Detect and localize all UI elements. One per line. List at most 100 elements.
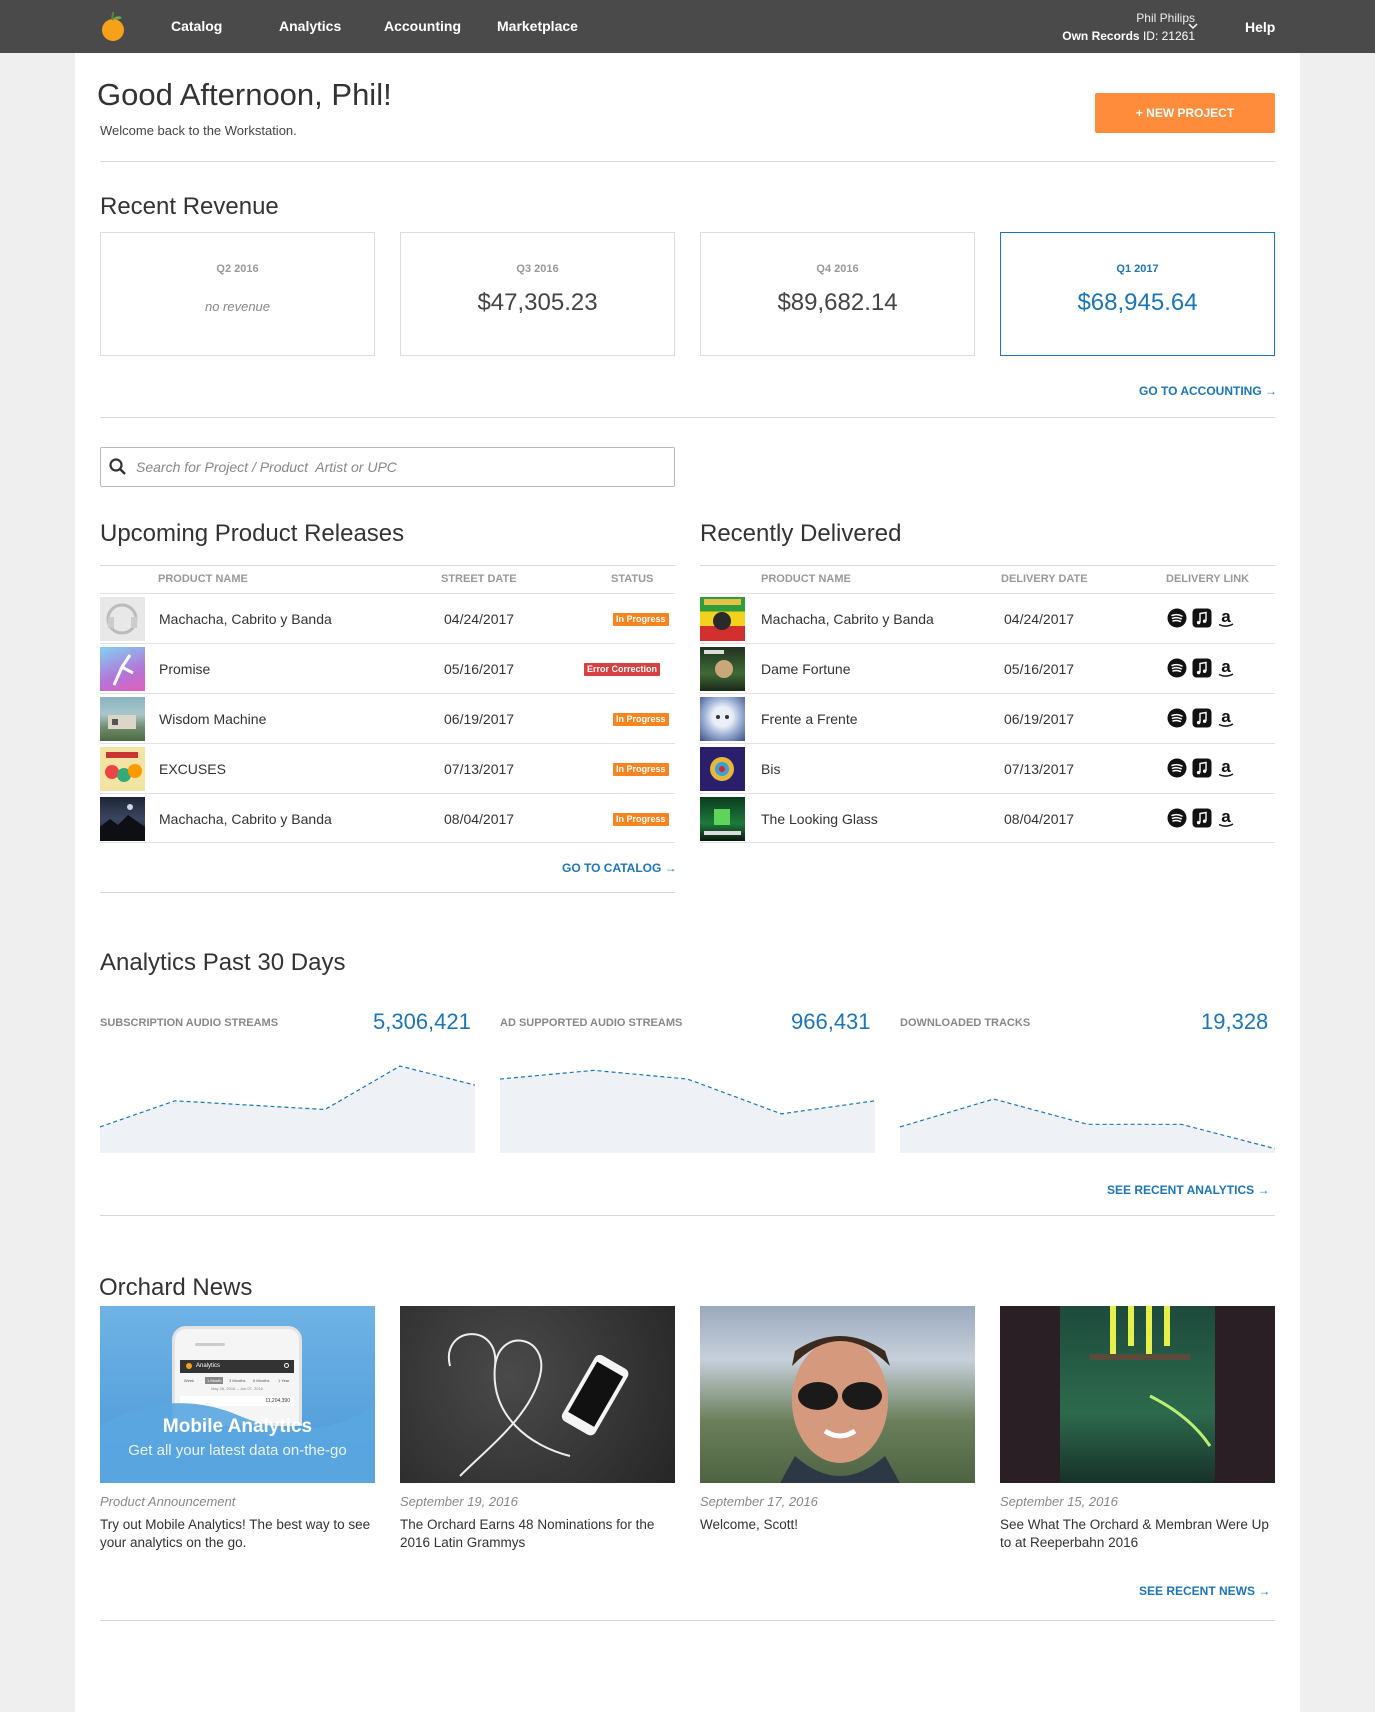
stat-label: DOWNLOADED TRACKS [900, 1017, 1031, 1029]
stat-value: 5,306,421 [373, 1009, 471, 1034]
stat-label: SUBSCRIPTION AUDIO STREAMS [100, 1017, 279, 1029]
news-title[interactable]: Welcome, Scott! [700, 1516, 980, 1534]
orchard-news-title: Orchard News [99, 1274, 253, 1301]
delivery-date: 06/19/2017 [1004, 711, 1075, 727]
spotify-icon[interactable] [1167, 758, 1187, 778]
stat-label: AD SUPPORTED AUDIO STREAMS [500, 1017, 683, 1029]
revenue-quarter: Q1 2017 [1116, 263, 1159, 275]
table-row[interactable]: Bis 07/13/2017 a [700, 743, 1275, 793]
revenue-card[interactable]: Q4 2016 $89,682.14 [700, 232, 975, 356]
search-input[interactable] [100, 447, 675, 487]
orchard-logo-icon[interactable] [100, 12, 126, 42]
news-title[interactable]: Try out Mobile Analytics! The best way t… [100, 1516, 380, 1552]
main-content: Good Afternoon, Phil! Welcome back to th… [75, 53, 1300, 1712]
table-row[interactable]: Wisdom Machine 06/19/2017 In Progress [100, 693, 675, 743]
revenue-value: $89,682.14 [777, 289, 898, 316]
go-to-catalog-link[interactable]: GO TO CATALOG → [562, 861, 677, 875]
table-row[interactable]: Machacha, Cabrito y Banda 08/04/2017 In … [100, 793, 675, 843]
svg-text:a: a [1221, 708, 1231, 726]
album-art [100, 697, 145, 741]
divider [100, 161, 1275, 162]
amazon-icon[interactable]: a [1216, 758, 1236, 778]
itunes-icon[interactable] [1192, 758, 1212, 778]
amazon-icon[interactable]: a [1216, 808, 1236, 828]
table-row[interactable]: Machacha, Cabrito y Banda 04/24/2017 In … [100, 593, 675, 643]
product-name[interactable]: Dame Fortune [761, 661, 850, 677]
ad-streams-sparkline[interactable] [500, 1058, 875, 1158]
news-image-scott[interactable] [700, 1306, 975, 1483]
product-name[interactable]: The Looking Glass [761, 811, 878, 827]
sparkline-area [900, 1099, 1275, 1153]
street-date: 06/19/2017 [444, 711, 515, 727]
analytics-title: Analytics Past 30 Days [100, 949, 346, 976]
itunes-icon[interactable] [1192, 608, 1212, 628]
nav-help[interactable]: Help [1245, 0, 1275, 53]
revenue-card[interactable]: Q2 2016 no revenue [100, 232, 375, 356]
delivery-date: 05/16/2017 [1004, 661, 1075, 677]
spotify-icon[interactable] [1167, 808, 1187, 828]
news-image-title: Mobile Analytics [162, 1416, 313, 1437]
spotify-icon[interactable] [1167, 658, 1187, 678]
spotify-icon[interactable] [1167, 708, 1187, 728]
revenue-value: $47,305.23 [477, 289, 598, 316]
subscription-streams-sparkline[interactable] [100, 1058, 475, 1158]
product-name[interactable]: Machacha, Cabrito y Banda [159, 611, 332, 627]
recently-delivered-title: Recently Delivered [700, 520, 902, 547]
nav-marketplace[interactable]: Marketplace [497, 0, 578, 53]
news-title[interactable]: See What The Orchard & Membran Were Up t… [1000, 1516, 1280, 1552]
table-row[interactable]: Frente a Frente 06/19/2017 a [700, 693, 1275, 743]
product-name[interactable]: Machacha, Cabrito y Banda [159, 811, 332, 827]
product-name[interactable]: Machacha, Cabrito y Banda [761, 611, 934, 627]
status-badge: Error Correction [584, 663, 661, 676]
news-image-mobile-analytics[interactable]: Analytics Week 1 Month 3 Months 6 Months… [100, 1306, 375, 1483]
user-name: Phil Philips [1136, 11, 1195, 25]
table-row[interactable]: Promise 05/16/2017 Error Correction [100, 643, 675, 693]
product-name[interactable]: Wisdom Machine [159, 711, 266, 727]
nav-accounting[interactable]: Accounting [384, 0, 461, 53]
revenue-card-active[interactable]: Q1 2017 $68,945.64 [1000, 232, 1275, 356]
table-row[interactable]: Machacha, Cabrito y Banda 04/24/2017 a [700, 593, 1275, 643]
upcoming-releases-title: Upcoming Product Releases [100, 520, 405, 547]
amazon-icon[interactable]: a [1216, 658, 1236, 678]
amazon-icon[interactable]: a [1216, 708, 1236, 728]
product-name[interactable]: Frente a Frente [761, 711, 858, 727]
user-menu[interactable]: Phil Philips Own Records ID: 21261 [1062, 9, 1195, 45]
itunes-icon[interactable] [1192, 658, 1212, 678]
news-title[interactable]: The Orchard Earns 48 Nominations for the… [400, 1516, 680, 1552]
col-street-date: STREET DATE [441, 573, 517, 585]
product-name[interactable]: EXCUSES [159, 761, 226, 777]
go-to-accounting-link[interactable]: GO TO ACCOUNTING → [1139, 384, 1277, 398]
news-date: September 15, 2016 [1000, 1494, 1118, 1509]
revenue-card[interactable]: Q3 2016 $47,305.23 [400, 232, 675, 356]
status-badge: In Progress [613, 813, 669, 826]
status-badge: In Progress [613, 713, 669, 726]
col-product-name: PRODUCT NAME [158, 573, 248, 585]
nav-analytics[interactable]: Analytics [279, 0, 341, 53]
itunes-icon[interactable] [1192, 708, 1212, 728]
album-art [700, 747, 745, 791]
itunes-icon[interactable] [1192, 808, 1212, 828]
see-recent-news-link[interactable]: SEE RECENT NEWS → [1139, 1584, 1270, 1598]
table-row[interactable]: Dame Fortune 05/16/2017 a [700, 643, 1275, 693]
product-name[interactable]: Promise [159, 661, 210, 677]
revenue-quarter: Q4 2016 [816, 263, 859, 275]
downloaded-tracks-sparkline[interactable] [900, 1058, 1275, 1158]
see-recent-analytics-link[interactable]: SEE RECENT ANALYTICS → [1107, 1183, 1269, 1197]
news-image-reeperbahn[interactable] [1000, 1306, 1275, 1483]
nav-catalog[interactable]: Catalog [171, 0, 222, 53]
svg-text:a: a [1221, 758, 1231, 776]
stat-value: 966,431 [791, 1009, 871, 1034]
amazon-icon[interactable]: a [1216, 608, 1236, 628]
revenue-quarter: Q3 2016 [516, 263, 559, 275]
spotify-icon[interactable] [1167, 608, 1187, 628]
search-icon [109, 458, 126, 475]
product-name[interactable]: Bis [761, 761, 780, 777]
table-row[interactable]: EXCUSES 07/13/2017 In Progress [100, 743, 675, 793]
sparkline-area [100, 1066, 475, 1153]
news-image-earphones[interactable] [400, 1306, 675, 1483]
sparkline-area [500, 1070, 875, 1153]
svg-text:a: a [1221, 608, 1231, 626]
new-project-button[interactable]: + NEW PROJECT [1095, 93, 1275, 133]
chevron-down-icon[interactable] [1187, 20, 1199, 32]
table-row[interactable]: The Looking Glass 08/04/2017 a [700, 793, 1275, 843]
